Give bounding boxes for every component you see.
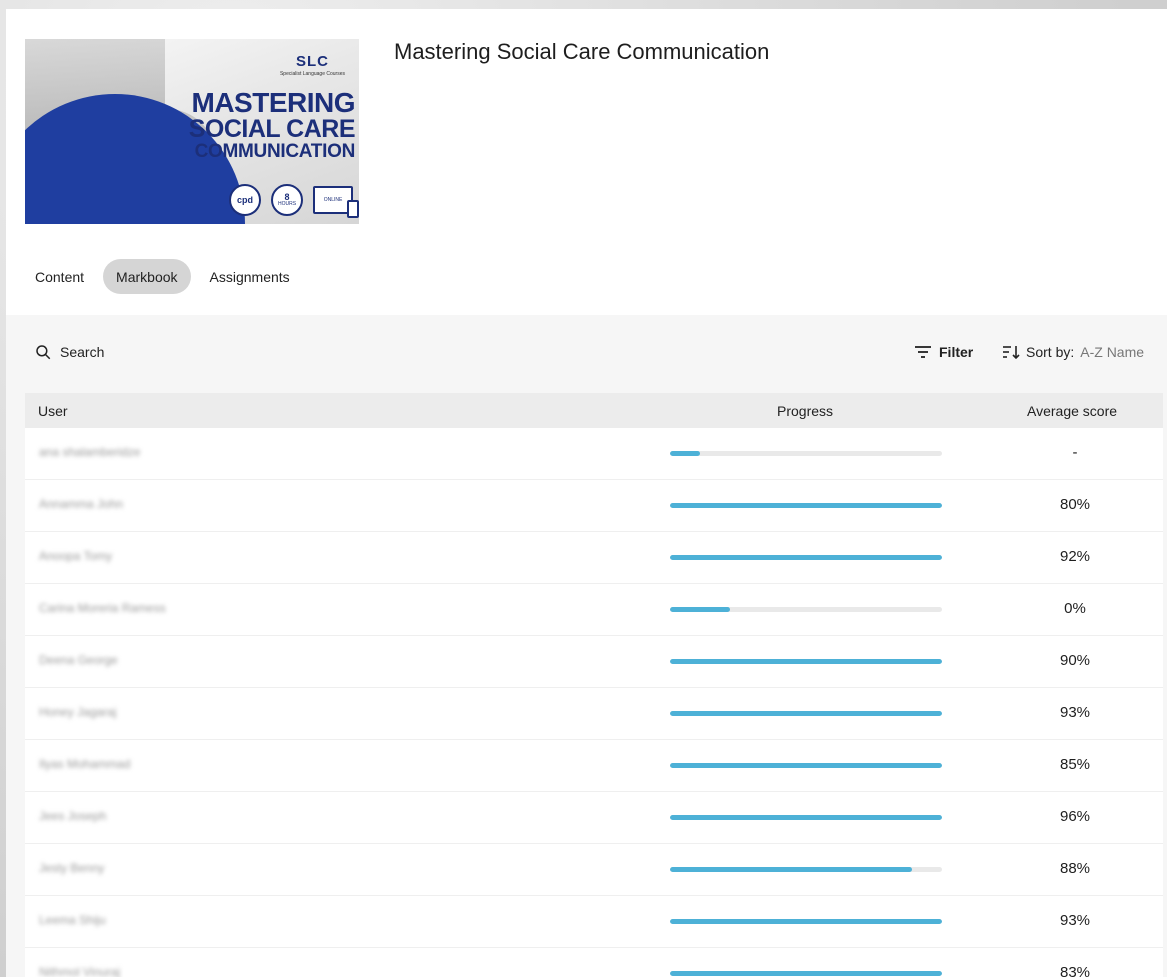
user-name[interactable]: Carina Moreria Ramess [39, 601, 166, 615]
progress-bar [670, 607, 942, 612]
column-header-progress[interactable]: Progress [777, 403, 833, 419]
table-row[interactable]: Carina Moreria Ramess 0% [25, 584, 1163, 636]
tab-assignments[interactable]: Assignments [197, 259, 303, 294]
average-score: 90% [1059, 652, 1091, 669]
sort-label: Sort by: [1026, 344, 1075, 360]
course-panel: SLC Specialist Language Courses MASTERIN… [6, 9, 1167, 977]
slc-logo: SLC Specialist Language Courses [279, 53, 345, 77]
table-row[interactable]: Deena George 90% [25, 636, 1163, 688]
page-title: Mastering Social Care Communication [394, 39, 770, 64]
cpd-badge-icon: cpd [229, 184, 261, 216]
banner-headline: MASTERING SOCIAL CARE COMMUNICATION [188, 87, 356, 162]
average-score: 92% [1059, 548, 1091, 565]
user-name[interactable]: Jesty Benny [39, 861, 104, 875]
markbook-toolbar: Search Filter Sort by: A-Z Name [6, 315, 1167, 391]
user-name[interactable]: Honey Jagaraj [39, 705, 116, 719]
average-score: 93% [1059, 704, 1091, 721]
average-score: 96% [1059, 808, 1091, 825]
average-score: 85% [1059, 756, 1091, 773]
progress-bar-fill [670, 815, 942, 820]
progress-bar [670, 971, 942, 976]
average-score: 0% [1064, 600, 1086, 617]
progress-bar [670, 659, 942, 664]
sort-button[interactable]: Sort by: A-Z Name [1002, 344, 1144, 360]
table-row[interactable]: Anoopa Tomy 92% [25, 532, 1163, 584]
table-row[interactable]: Nithmol Vinuraj 83% [25, 948, 1163, 977]
progress-bar-fill [670, 503, 942, 508]
user-name[interactable]: Deena George [39, 653, 118, 667]
progress-bar-fill [670, 867, 913, 872]
column-header-average-score[interactable]: Average score [1027, 403, 1117, 419]
user-name[interactable]: Ilyas Mohammad [39, 757, 130, 771]
user-name[interactable]: ana shalamberidze [39, 445, 140, 459]
search-input[interactable]: Search [34, 343, 104, 361]
progress-bar [670, 867, 942, 872]
progress-bar-fill [670, 919, 942, 924]
progress-bar [670, 555, 942, 560]
filter-button[interactable]: Filter [914, 344, 973, 360]
table-header: User Progress Average score [25, 393, 1163, 428]
column-header-user[interactable]: User [38, 403, 68, 419]
average-score: 93% [1059, 912, 1091, 929]
progress-bar [670, 451, 942, 456]
progress-bar [670, 711, 942, 716]
filter-label: Filter [939, 344, 974, 360]
user-name[interactable]: Anoopa Tomy [39, 549, 112, 563]
search-icon [36, 345, 51, 360]
search-label: Search [60, 344, 105, 360]
table-row[interactable]: Honey Jagaraj 93% [25, 688, 1163, 740]
progress-bar-fill [670, 711, 942, 716]
average-score: 83% [1059, 964, 1091, 977]
progress-bar-fill [670, 763, 942, 768]
user-name[interactable]: Nithmol Vinuraj [39, 965, 120, 977]
table-row[interactable]: Jesty Benny 88% [25, 844, 1163, 896]
user-name[interactable]: Jees Joseph [39, 809, 106, 823]
table-row[interactable]: Leema Shiju 93% [25, 896, 1163, 948]
average-score: 80% [1059, 496, 1091, 513]
table-row[interactable]: Jees Joseph 96% [25, 792, 1163, 844]
table-row[interactable]: ana shalamberidze - [25, 428, 1163, 480]
progress-bar-fill [670, 555, 942, 560]
filter-icon [915, 346, 931, 358]
progress-bar [670, 763, 942, 768]
progress-bar [670, 815, 942, 820]
tab-content[interactable]: Content [22, 259, 97, 294]
progress-bar [670, 919, 942, 924]
sort-icon [1003, 346, 1020, 359]
user-name[interactable]: Annamma John [39, 497, 123, 511]
table-row[interactable]: Ilyas Mohammad 85% [25, 740, 1163, 792]
table-row[interactable]: Annamma John 80% [25, 480, 1163, 532]
sort-value: A-Z Name [1080, 344, 1145, 360]
tab-markbook[interactable]: Markbook [103, 259, 191, 294]
progress-bar-fill [670, 607, 730, 612]
course-tabs: Content Markbook Assignments [22, 259, 303, 294]
progress-bar [670, 503, 942, 508]
hours-badge-icon: 8 HOURS [271, 184, 303, 216]
progress-bar-fill [670, 971, 942, 976]
markbook-section: Search Filter Sort by: A-Z Name User Pro… [6, 315, 1167, 977]
average-score: - [1072, 444, 1078, 461]
user-name[interactable]: Leema Shiju [39, 913, 106, 927]
online-device-icon: ONLINE [313, 186, 359, 218]
average-score: 88% [1059, 860, 1091, 877]
progress-bar-fill [670, 451, 700, 456]
progress-bar-fill [670, 659, 942, 664]
course-banner-image: SLC Specialist Language Courses MASTERIN… [25, 39, 359, 224]
markbook-table-body: ana shalamberidze - Annamma John 80% Anoopa … [25, 428, 1163, 977]
banner-badges: cpd 8 HOURS ONLINE [229, 184, 359, 218]
